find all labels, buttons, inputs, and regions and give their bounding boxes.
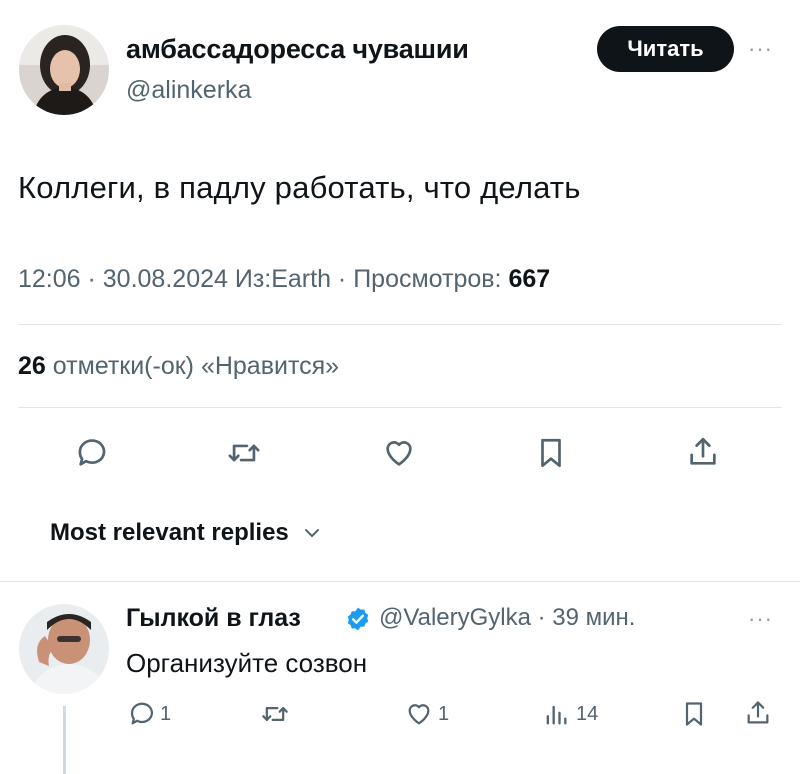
reply-like-button[interactable] — [404, 700, 434, 728]
follow-button[interactable]: Читать — [597, 26, 734, 72]
author-handle[interactable]: @alinkerka — [126, 76, 251, 105]
replies-sort-dropdown[interactable]: Most relevant replies — [50, 519, 321, 547]
heart-icon — [408, 704, 430, 725]
heart-icon — [386, 441, 412, 466]
reply-handle-time[interactable]: @ValeryGylka · 39 мин. — [379, 604, 635, 632]
views-icon — [546, 705, 567, 725]
divider — [18, 324, 782, 325]
reply-views-button[interactable] — [542, 700, 570, 728]
share-button[interactable] — [686, 434, 720, 470]
share-icon — [747, 701, 769, 724]
likes-count: 26 — [18, 352, 46, 380]
retweet-icon — [228, 444, 260, 462]
reply-likes-count: 1 — [438, 703, 450, 725]
tweet-timestamp-source: 12:06 · 30.08.2024 Из:Earth · Просмотров… — [18, 265, 509, 293]
thread-line — [63, 706, 66, 774]
author-avatar[interactable] — [19, 25, 109, 115]
divider — [18, 407, 782, 408]
like-button[interactable] — [381, 436, 417, 470]
share-icon — [690, 437, 716, 465]
author-photo — [19, 25, 109, 115]
reply-button[interactable] — [75, 436, 109, 470]
verified-badge — [345, 606, 371, 637]
replies-sort-label: Most relevant replies — [50, 519, 289, 546]
likes-summary[interactable]: 26 отметки(-ок) «Нравится» — [18, 352, 339, 381]
reply-share-button[interactable] — [744, 698, 772, 728]
comment-icon — [130, 702, 154, 725]
bookmark-button[interactable] — [534, 436, 568, 470]
likes-label: отметки(-ок) «Нравится» — [45, 352, 340, 380]
retweet-icon — [262, 707, 288, 721]
comment-icon — [78, 439, 106, 466]
views-count: 667 — [508, 265, 551, 293]
bookmark-icon — [541, 438, 561, 468]
tweet-meta: 12:06 · 30.08.2024 Из:Earth · Просмотров… — [18, 265, 550, 294]
bookmark-icon — [685, 702, 703, 726]
reply-text: Организуйте созвон — [126, 648, 368, 678]
author-name[interactable]: амбассадоресса чувашии — [126, 34, 469, 65]
reply-bookmark-button[interactable] — [680, 700, 708, 728]
reply-author-name[interactable]: Гылкой в глаз — [126, 604, 301, 633]
reply-more-options-icon[interactable]: ··· — [748, 606, 773, 632]
more-options-icon[interactable]: ··· — [748, 36, 773, 62]
retweet-button[interactable] — [226, 436, 262, 470]
reply-views-count: 14 — [576, 703, 599, 725]
chevron-down-icon — [304, 529, 319, 537]
reply-author-photo — [19, 604, 109, 694]
reply-reply-button[interactable] — [128, 700, 156, 728]
reply-author-avatar[interactable] — [19, 604, 109, 694]
verified-icon — [347, 607, 369, 631]
tweet-text: Коллеги, в падлу работать, что делать — [18, 170, 581, 205]
reply-replies-count: 1 — [160, 703, 172, 725]
divider — [0, 581, 800, 582]
reply-retweet-button[interactable] — [260, 700, 290, 728]
